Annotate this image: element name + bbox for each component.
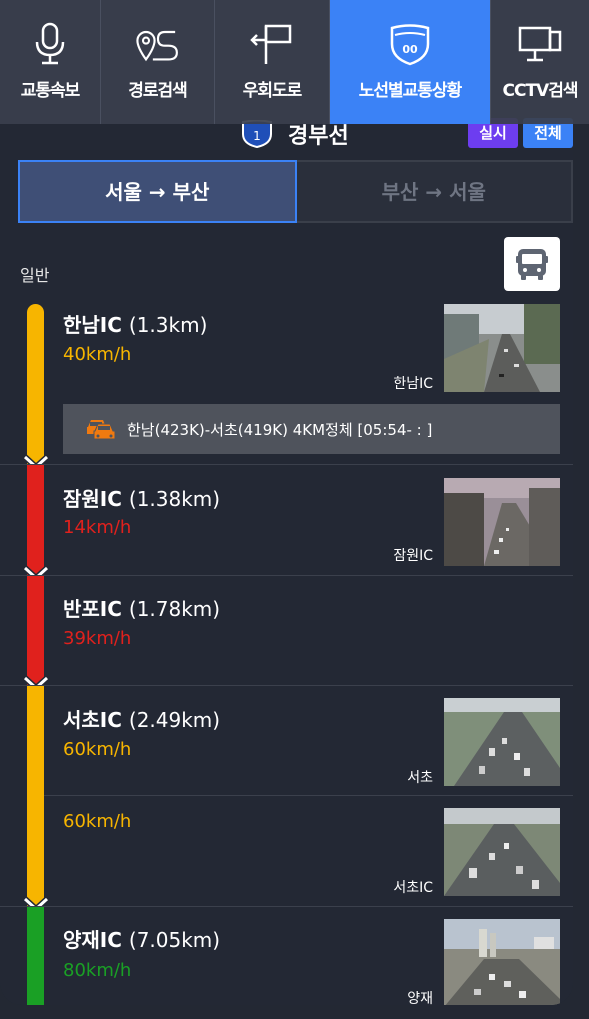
cctv-thumbnail[interactable] (444, 478, 560, 566)
segment-distance: (2.49km) (128, 708, 221, 732)
traffic-bar-hannam (27, 304, 44, 464)
segment-title[interactable]: 한남IC (1.3km) (63, 309, 207, 338)
tab-route-search[interactable]: 경로검색 (101, 0, 215, 124)
segment-distance: (1.78km) (128, 597, 221, 621)
traffic-bar-seocho (27, 686, 44, 906)
segment-speed: 40km/h (63, 344, 132, 365)
cctv-label: 서초 (407, 770, 433, 786)
segment-title[interactable]: 서초IC (2.49km) (63, 704, 220, 733)
segment-speed: 39km/h (63, 628, 132, 649)
microphone-icon (35, 22, 65, 65)
congestion-alert[interactable]: 한남(423K)-서초(419K) 4KM정체 [05:54- : ] (63, 404, 560, 454)
segment-title[interactable]: 양재IC (7.05km) (63, 924, 220, 953)
traffic-jam-icon (87, 420, 116, 440)
tab-route-traffic[interactable]: 00 노선별교통상황 (330, 0, 491, 124)
app-root: 1 경부선 실시 전체 서울 → 부산 부산 → 서울 일반 한남IC (1.3… (0, 0, 589, 1019)
svg-text:1: 1 (253, 129, 261, 143)
cctv-thumbnail[interactable] (444, 304, 560, 392)
top-navigation: 교통속보 경로검색 우회도로 00 노선별교통상황 CCTV검색 (0, 0, 589, 124)
segment-name: 한남IC (63, 313, 122, 337)
tab-label: 교통속보 (20, 81, 81, 101)
segment-distance: (1.38km) (128, 487, 221, 511)
tab-label: 우회도로 (242, 81, 303, 101)
segment-speed: 80km/h (63, 960, 132, 981)
traffic-bar-jamwon (27, 465, 44, 575)
cctv-label: 한남IC (393, 376, 433, 392)
segment-distance: (7.05km) (128, 928, 221, 952)
alert-text: 한남(423K)-서초(419K) 4KM정체 [05:54- : ] (127, 420, 433, 439)
segment-divider (0, 575, 573, 576)
route-panel: 1 경부선 실시 전체 서울 → 부산 부산 → 서울 일반 한남IC (1.3… (0, 0, 573, 1005)
segment-divider (44, 795, 573, 796)
direction-toggle: 서울 → 부산 부산 → 서울 (18, 160, 573, 223)
segment-distance: (1.3km) (128, 313, 208, 337)
cctv-label: 양재 (407, 991, 433, 1005)
segment-name: 잠원IC (63, 487, 122, 511)
segment-divider (0, 685, 573, 686)
cctv-label: 서초IC (393, 880, 433, 896)
bus-icon (516, 249, 548, 280)
segment-speed: 14km/h (63, 517, 132, 538)
svg-text:00: 00 (402, 43, 418, 56)
tab-traffic-news[interactable]: 교통속보 (0, 0, 101, 124)
segment-divider (0, 906, 573, 907)
tab-cctv-search[interactable]: CCTV검색 (491, 0, 589, 124)
traffic-bar-banpo (27, 576, 44, 685)
traffic-bar-yangjae (27, 907, 44, 1005)
tab-detour-roads[interactable]: 우회도로 (215, 0, 330, 124)
bus-lane-button[interactable] (504, 237, 560, 291)
monitor-icon (518, 26, 562, 62)
detour-arrow-icon (250, 24, 292, 64)
route-shield-icon: 1 (242, 120, 272, 148)
highway-shield-icon: 00 (390, 24, 430, 66)
section-label: 일반 (20, 266, 50, 285)
cctv-thumbnail[interactable] (444, 919, 560, 1005)
cctv-thumbnail[interactable] (444, 698, 560, 786)
segment-speed: 60km/h (63, 739, 132, 760)
tab-label: 노선별교통상황 (358, 81, 462, 101)
cctv-thumbnail[interactable] (444, 808, 560, 896)
direction-seoul-busan[interactable]: 서울 → 부산 (18, 160, 297, 223)
cctv-label: 잠원IC (393, 548, 433, 564)
segment-divider (0, 464, 573, 465)
segment-title[interactable]: 잠원IC (1.38km) (63, 483, 220, 512)
tab-label: 경로검색 (128, 81, 188, 101)
tab-label: CCTV검색 (502, 81, 579, 101)
segment-name: 서초IC (63, 708, 122, 732)
segment-name: 반포IC (63, 597, 122, 621)
direction-busan-seoul[interactable]: 부산 → 서울 (296, 160, 573, 223)
segment-name: 양재IC (63, 928, 122, 952)
segment-title[interactable]: 반포IC (1.78km) (63, 593, 220, 622)
route-pin-icon (135, 30, 178, 62)
segment-speed: 60km/h (63, 811, 132, 832)
